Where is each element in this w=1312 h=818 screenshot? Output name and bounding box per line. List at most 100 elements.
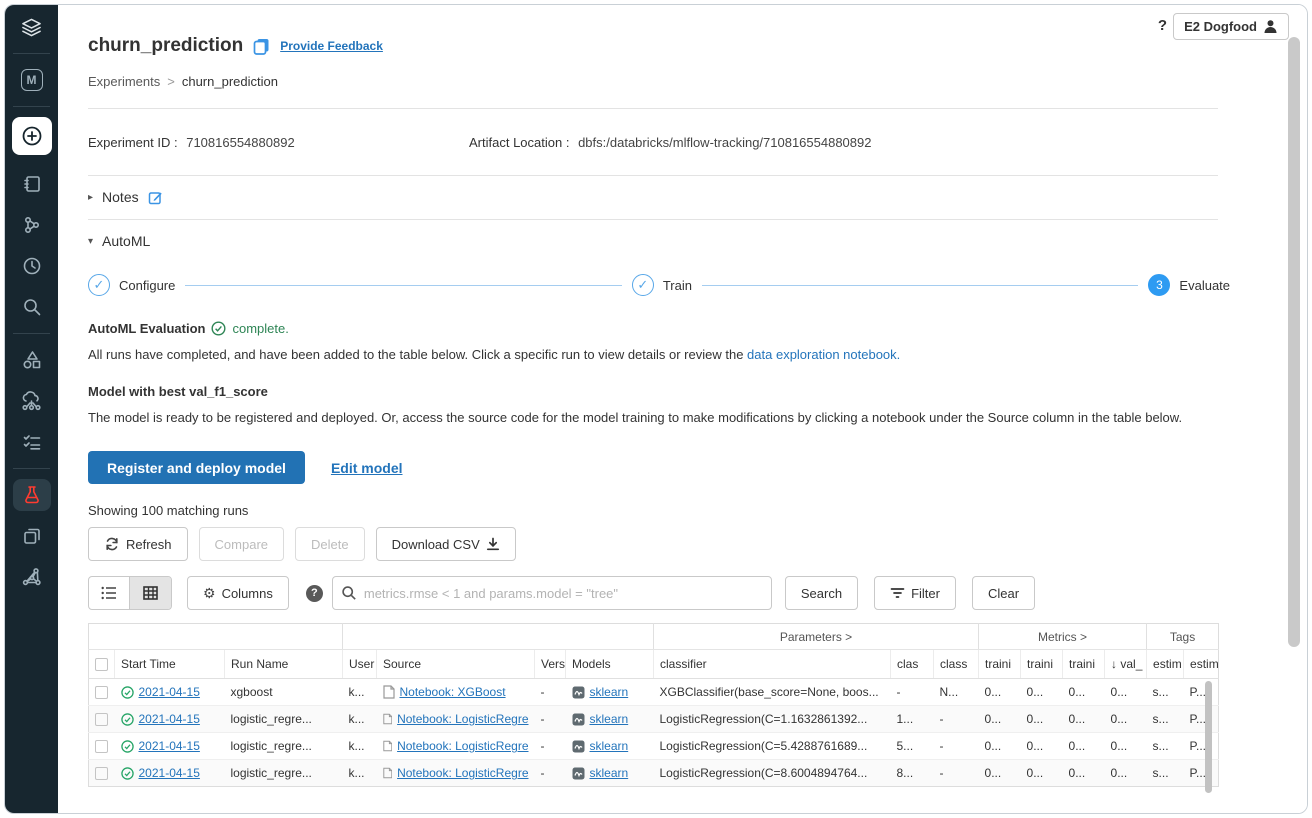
edit-pencil-icon[interactable] bbox=[148, 190, 163, 205]
parameters-group-header[interactable]: Parameters > bbox=[654, 624, 979, 650]
compute-cloud-icon[interactable] bbox=[13, 385, 51, 417]
list-view-button[interactable] bbox=[89, 577, 130, 609]
notebooks-icon[interactable] bbox=[13, 168, 51, 200]
page-scrollbar[interactable] bbox=[1288, 37, 1300, 647]
account-label: E2 Dogfood bbox=[1184, 19, 1257, 34]
provide-feedback-link[interactable]: Provide Feedback bbox=[280, 39, 383, 53]
refresh-icon bbox=[104, 536, 120, 552]
source-notebook-link[interactable]: Notebook: LogisticRegre bbox=[397, 739, 528, 753]
clear-button[interactable]: Clear bbox=[972, 576, 1035, 610]
model-link[interactable]: sklearn bbox=[590, 712, 629, 726]
col-run-name[interactable]: Run Name bbox=[225, 650, 343, 679]
download-csv-button[interactable]: Download CSV bbox=[376, 527, 516, 561]
automl-section-toggle[interactable]: ▾ AutoML bbox=[88, 220, 1218, 261]
step-train-check-icon: ✓ bbox=[632, 274, 654, 296]
delete-button[interactable]: Delete bbox=[295, 527, 365, 561]
runs-count-text: Showing 100 matching runs bbox=[88, 503, 1218, 518]
table-row[interactable]: 2021-04-15 logistic_regre... k... Notebo… bbox=[89, 706, 1219, 733]
classifier-cell: XGBClassifier(base_score=None, boos... bbox=[654, 679, 891, 706]
search-help-badge[interactable]: ? bbox=[306, 585, 323, 602]
param-cell: N... bbox=[934, 679, 979, 706]
row-checkbox[interactable] bbox=[95, 767, 108, 780]
model-link[interactable]: sklearn bbox=[590, 685, 629, 699]
select-all-checkbox[interactable] bbox=[95, 658, 108, 671]
data-shapes-icon[interactable] bbox=[13, 344, 51, 376]
breadcrumb-experiments[interactable]: Experiments bbox=[88, 74, 160, 89]
run-start-time-link[interactable]: 2021-04-15 bbox=[139, 712, 200, 726]
models-stack-icon[interactable] bbox=[13, 520, 51, 552]
download-icon bbox=[486, 537, 500, 551]
col-val-sorted[interactable]: ↓ val_ bbox=[1105, 650, 1147, 679]
col-param-1[interactable]: clas bbox=[891, 650, 934, 679]
table-row[interactable]: 2021-04-15 xgboost k... Notebook: XGBoos… bbox=[89, 679, 1219, 706]
evaluation-status: complete. bbox=[232, 321, 288, 336]
refresh-button[interactable]: Refresh bbox=[88, 527, 188, 561]
row-checkbox[interactable] bbox=[95, 740, 108, 753]
col-user[interactable]: User bbox=[343, 650, 377, 679]
metric-cell: 0... bbox=[1021, 679, 1063, 706]
create-plus-button[interactable] bbox=[12, 117, 52, 155]
page-content: churn_prediction Provide Feedback Experi… bbox=[88, 5, 1218, 787]
notes-section-toggle[interactable]: ▸ Notes bbox=[88, 176, 1218, 217]
notebook-doc-icon bbox=[383, 739, 393, 753]
table-scrollbar[interactable] bbox=[1205, 681, 1212, 793]
list-view-icon bbox=[101, 586, 117, 600]
source-notebook-link[interactable]: Notebook: LogisticRegre bbox=[397, 712, 528, 726]
user-cell: k... bbox=[343, 733, 377, 760]
step-evaluate-label: Evaluate bbox=[1179, 278, 1230, 293]
workspace-m-icon[interactable]: M bbox=[13, 64, 51, 96]
table-view-button[interactable] bbox=[130, 577, 171, 609]
compare-button[interactable]: Compare bbox=[199, 527, 284, 561]
metric-cell: 0... bbox=[1021, 760, 1063, 787]
source-notebook-link[interactable]: Notebook: LogisticRegre bbox=[397, 766, 528, 780]
register-deploy-button[interactable]: Register and deploy model bbox=[88, 451, 305, 484]
metrics-group-header[interactable]: Metrics > bbox=[979, 624, 1147, 650]
col-metric-2[interactable]: traini bbox=[1021, 650, 1063, 679]
edit-model-link[interactable]: Edit model bbox=[331, 460, 403, 476]
table-row[interactable]: 2021-04-15 logistic_regre... k... Notebo… bbox=[89, 733, 1219, 760]
classifier-cell: LogisticRegression(C=5.4288761689... bbox=[654, 733, 891, 760]
search-button[interactable]: Search bbox=[785, 576, 858, 610]
recents-clock-icon[interactable] bbox=[13, 250, 51, 282]
caret-down-icon: ▾ bbox=[88, 236, 93, 247]
step-train-label: Train bbox=[663, 278, 692, 293]
row-checkbox[interactable] bbox=[95, 686, 108, 699]
repos-icon[interactable] bbox=[13, 209, 51, 241]
col-start-time[interactable]: Start Time bbox=[115, 650, 225, 679]
run-start-time-link[interactable]: 2021-04-15 bbox=[139, 766, 200, 780]
col-models[interactable]: Models bbox=[566, 650, 654, 679]
feedback-pages-icon[interactable] bbox=[252, 37, 271, 56]
col-source[interactable]: Source bbox=[377, 650, 535, 679]
search-icon[interactable] bbox=[13, 291, 51, 323]
jobs-checklist-icon[interactable] bbox=[13, 426, 51, 458]
col-metric-1[interactable]: traini bbox=[979, 650, 1021, 679]
col-tag-2[interactable]: estim bbox=[1184, 650, 1219, 679]
step-configure-check-icon: ✓ bbox=[88, 274, 110, 296]
runs-search-input[interactable] bbox=[332, 576, 772, 610]
help-link[interactable]: ? bbox=[1158, 17, 1167, 34]
model-link[interactable]: sklearn bbox=[590, 739, 629, 753]
page-title: churn_prediction bbox=[88, 35, 243, 57]
col-param-2[interactable]: class bbox=[934, 650, 979, 679]
run-start-time-link[interactable]: 2021-04-15 bbox=[139, 685, 200, 699]
data-exploration-notebook-link[interactable]: data exploration notebook. bbox=[747, 347, 900, 362]
model-link[interactable]: sklearn bbox=[590, 766, 629, 780]
source-notebook-link[interactable]: Notebook: XGBoost bbox=[400, 685, 506, 699]
run-success-icon bbox=[121, 767, 134, 780]
filter-button[interactable]: Filter bbox=[874, 576, 956, 610]
account-button[interactable]: E2 Dogfood bbox=[1173, 13, 1289, 40]
metric-cell: 0... bbox=[1063, 760, 1105, 787]
experiments-flask-icon[interactable] bbox=[13, 479, 51, 511]
user-cell: k... bbox=[343, 679, 377, 706]
col-metric-3[interactable]: traini bbox=[1063, 650, 1105, 679]
table-view-icon bbox=[143, 586, 158, 600]
serving-graph-icon[interactable] bbox=[13, 561, 51, 593]
artifact-location-label: Artifact Location : bbox=[469, 135, 569, 150]
col-tag-1[interactable]: estim bbox=[1147, 650, 1184, 679]
col-version[interactable]: Versi bbox=[535, 650, 566, 679]
col-classifier[interactable]: classifier bbox=[654, 650, 891, 679]
columns-button[interactable]: ⚙ Columns bbox=[187, 576, 289, 610]
row-checkbox[interactable] bbox=[95, 713, 108, 726]
run-start-time-link[interactable]: 2021-04-15 bbox=[139, 739, 200, 753]
table-row[interactable]: 2021-04-15 logistic_regre... k... Notebo… bbox=[89, 760, 1219, 787]
